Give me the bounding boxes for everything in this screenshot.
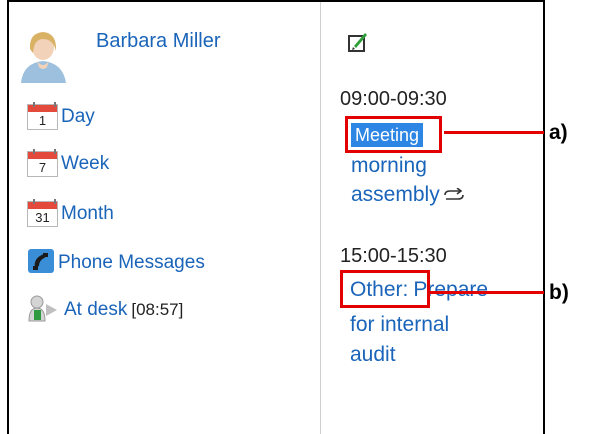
- callout-line-b: [430, 291, 544, 294]
- avatar: [19, 27, 68, 83]
- event-title-line[interactable]: for internal: [350, 310, 449, 339]
- event-title-line[interactable]: assembly: [351, 180, 466, 210]
- phone-icon: [27, 248, 55, 279]
- callout-box-a: [345, 116, 442, 153]
- event-title-line[interactable]: morning: [351, 151, 427, 180]
- frame-top-border: [7, 0, 545, 2]
- callout-label-b: b): [549, 281, 569, 304]
- menu-item-week[interactable]: 7 Week: [27, 149, 109, 178]
- menu-item-phone-messages-label[interactable]: Phone Messages: [58, 252, 205, 274]
- menu-item-phone-messages[interactable]: Phone Messages: [27, 248, 205, 279]
- callout-label-a: a): [549, 121, 568, 144]
- event-title-text[interactable]: assembly: [351, 183, 440, 206]
- calendar-day-icon: 1: [27, 102, 58, 130]
- calendar-week-icon: 7: [27, 149, 58, 177]
- user-name-link[interactable]: Barbara Miller: [96, 30, 220, 53]
- add-schedule-icon[interactable]: [347, 32, 369, 59]
- calendar-week-number: 7: [38, 160, 47, 175]
- menu-item-day-label[interactable]: Day: [61, 106, 95, 128]
- calendar-month-icon: 31: [27, 199, 58, 227]
- calendar-day-number: 1: [38, 113, 47, 128]
- column-divider: [320, 2, 321, 434]
- frame-right-border: [543, 0, 545, 434]
- presence-status-label[interactable]: At desk: [64, 299, 127, 321]
- calendar-month-number: 31: [35, 210, 50, 225]
- menu-item-week-label[interactable]: Week: [61, 153, 109, 175]
- presence-icon: [27, 294, 61, 327]
- event-title-line[interactable]: audit: [350, 340, 396, 369]
- menu-item-month-label[interactable]: Month: [61, 203, 114, 225]
- menu-item-month[interactable]: 31 Month: [27, 199, 114, 228]
- event-time: 15:00-15:30: [340, 245, 447, 267]
- menu-item-presence[interactable]: At desk [08:57]: [27, 294, 184, 327]
- callout-line-a: [444, 131, 544, 134]
- frame-left-border: [7, 0, 9, 434]
- event-time: 09:00-09:30: [340, 88, 447, 110]
- repeat-icon: [442, 181, 466, 210]
- presence-time: [08:57]: [131, 300, 184, 319]
- menu-item-day[interactable]: 1 Day: [27, 102, 95, 131]
- callout-box-b: [340, 270, 430, 308]
